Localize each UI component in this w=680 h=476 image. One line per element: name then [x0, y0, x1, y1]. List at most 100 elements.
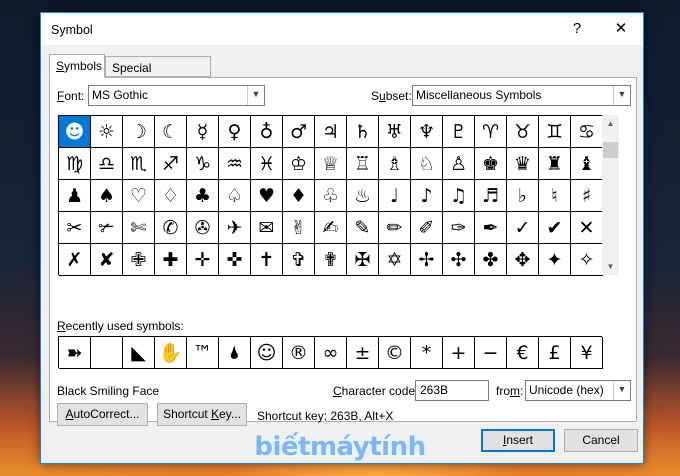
symbol-cell[interactable]: ♁	[251, 116, 283, 148]
recent-symbol-cell[interactable]: €	[507, 337, 539, 369]
symbol-cell[interactable]: ♣	[187, 180, 219, 212]
font-dropdown[interactable]: MS Gothic ▼	[88, 85, 265, 106]
symbol-cell[interactable]: ♯	[571, 180, 603, 212]
symbol-cell[interactable]: ✣	[443, 244, 475, 276]
recent-symbol-cell[interactable]: ∞	[315, 337, 347, 369]
symbol-cell[interactable]: ♗	[379, 148, 411, 180]
symbol-cell[interactable]: ✈	[219, 212, 251, 244]
symbol-cell[interactable]: ✡	[379, 244, 411, 276]
symbol-cell[interactable]: ♅	[379, 116, 411, 148]
recent-symbol-cell[interactable]	[91, 337, 123, 369]
recent-symbol-cell[interactable]: 🌢	[219, 337, 251, 369]
symbol-cell[interactable]: ✛	[187, 244, 219, 276]
symbol-cell[interactable]: ♏	[123, 148, 155, 180]
symbol-cell[interactable]: ♧	[315, 180, 347, 212]
symbol-cell[interactable]: ✎	[347, 212, 379, 244]
symbol-cell[interactable]: ✠	[347, 244, 379, 276]
recent-symbol-cell[interactable]: ©	[379, 337, 411, 369]
symbol-cell[interactable]: ☿	[187, 116, 219, 148]
symbol-cell[interactable]: ♖	[347, 148, 379, 180]
symbol-cell[interactable]: ♒	[219, 148, 251, 180]
symbol-cell[interactable]: ♐	[155, 148, 187, 180]
symbol-cell[interactable]: ♔	[283, 148, 315, 180]
recent-symbol-cell[interactable]: ◣	[123, 337, 155, 369]
symbol-cell[interactable]: ✘	[91, 244, 123, 276]
symbol-cell[interactable]: ✓	[507, 212, 539, 244]
symbol-cell[interactable]: ✜	[219, 244, 251, 276]
symbol-cell[interactable]: ♎	[91, 148, 123, 180]
symbol-cell[interactable]: ♩	[379, 180, 411, 212]
recent-symbol-cell[interactable]: −	[475, 337, 507, 369]
character-code-input[interactable]: 263B	[415, 380, 489, 401]
chevron-down-icon[interactable]: ▼	[247, 86, 264, 105]
chevron-down-icon[interactable]: ▼	[613, 381, 630, 400]
symbol-cell[interactable]: ♟	[59, 180, 91, 212]
symbol-cell[interactable]: ✝	[251, 244, 283, 276]
symbol-cell[interactable]: ♓	[251, 148, 283, 180]
symbol-cell[interactable]: ☽	[123, 116, 155, 148]
symbol-cell[interactable]: ✚	[155, 244, 187, 276]
recent-symbol-cell[interactable]: £	[539, 337, 571, 369]
symbol-cell[interactable]: ☻	[59, 116, 91, 148]
symbol-cell[interactable]: ♢	[155, 180, 187, 212]
symbol-cell[interactable]: ✍	[315, 212, 347, 244]
symbol-cell[interactable]: ♠	[91, 180, 123, 212]
symbol-cell[interactable]: ✒	[475, 212, 507, 244]
close-button[interactable]: ✕	[599, 13, 643, 45]
recent-symbol-cell[interactable]: *	[411, 337, 443, 369]
symbol-cell[interactable]: ✤	[475, 244, 507, 276]
recent-symbol-cell[interactable]: ®	[283, 337, 315, 369]
symbol-cell[interactable]: ♘	[411, 148, 443, 180]
symbol-cell[interactable]: ✃	[91, 212, 123, 244]
symbol-cell[interactable]: ♥	[251, 180, 283, 212]
symbol-cell[interactable]: ♕	[315, 148, 347, 180]
symbol-cell[interactable]: ♪	[411, 180, 443, 212]
shortcut-key-button[interactable]: Shortcut Key...	[157, 403, 247, 426]
chevron-down-icon[interactable]: ▼	[613, 86, 630, 105]
symbol-cell[interactable]: ✌	[283, 212, 315, 244]
from-dropdown[interactable]: Unicode (hex) ▼	[525, 380, 631, 401]
recent-symbol-cell[interactable]: ±	[347, 337, 379, 369]
symbol-cell[interactable]: ♚	[475, 148, 507, 180]
symbol-cell[interactable]: ✥	[507, 244, 539, 276]
symbol-cell[interactable]: ✕	[571, 212, 603, 244]
symbol-cell[interactable]: ♊	[539, 116, 571, 148]
symbol-cell[interactable]: ♋	[571, 116, 603, 148]
symbol-cell[interactable]: ♄	[347, 116, 379, 148]
recent-symbol-cell[interactable]: ™	[187, 337, 219, 369]
symbol-cell[interactable]: ✢	[411, 244, 443, 276]
symbol-cell[interactable]: ♨	[347, 180, 379, 212]
symbol-cell[interactable]: ♙	[443, 148, 475, 180]
help-button[interactable]: ?	[555, 13, 599, 45]
symbol-cell[interactable]: ♝	[571, 148, 603, 180]
symbol-cell[interactable]: ☼	[91, 116, 123, 148]
symbol-cell[interactable]: ♛	[507, 148, 539, 180]
symbol-cell[interactable]: ✞	[283, 244, 315, 276]
symbol-cell[interactable]: ✄	[123, 212, 155, 244]
symbol-cell[interactable]: ✐	[411, 212, 443, 244]
symbol-cell[interactable]: ✟	[315, 244, 347, 276]
symbol-cell[interactable]: ✧	[571, 244, 603, 276]
tab-special-characters[interactable]: Special Characters	[105, 56, 211, 89]
symbol-cell[interactable]: ✙	[123, 244, 155, 276]
symbol-cell[interactable]: ✔	[539, 212, 571, 244]
symbol-cell[interactable]: ♬	[475, 180, 507, 212]
recent-symbol-cell[interactable]: ➽	[59, 337, 91, 369]
symbol-cell[interactable]: ♇	[443, 116, 475, 148]
insert-button[interactable]: Insert	[481, 429, 555, 452]
symbol-cell[interactable]: ♮	[539, 180, 571, 212]
symbol-cell[interactable]: ♆	[411, 116, 443, 148]
symbol-cell[interactable]: ♤	[219, 180, 251, 212]
symbol-cell[interactable]: ♜	[539, 148, 571, 180]
symbol-cell[interactable]: ♫	[443, 180, 475, 212]
symbol-cell[interactable]: ✑	[443, 212, 475, 244]
recent-symbol-cell[interactable]: ✋	[155, 337, 187, 369]
symbol-cell[interactable]: ✉	[251, 212, 283, 244]
autocorrect-button[interactable]: AutoCorrect...	[57, 403, 148, 426]
symbol-cell[interactable]: ✗	[59, 244, 91, 276]
symbol-cell[interactable]: ♍	[59, 148, 91, 180]
symbol-cell[interactable]: ♀	[219, 116, 251, 148]
symbol-cell[interactable]: ♉	[507, 116, 539, 148]
recent-symbol-cell[interactable]: ☺	[251, 337, 283, 369]
symbol-cell[interactable]: ♦	[283, 180, 315, 212]
